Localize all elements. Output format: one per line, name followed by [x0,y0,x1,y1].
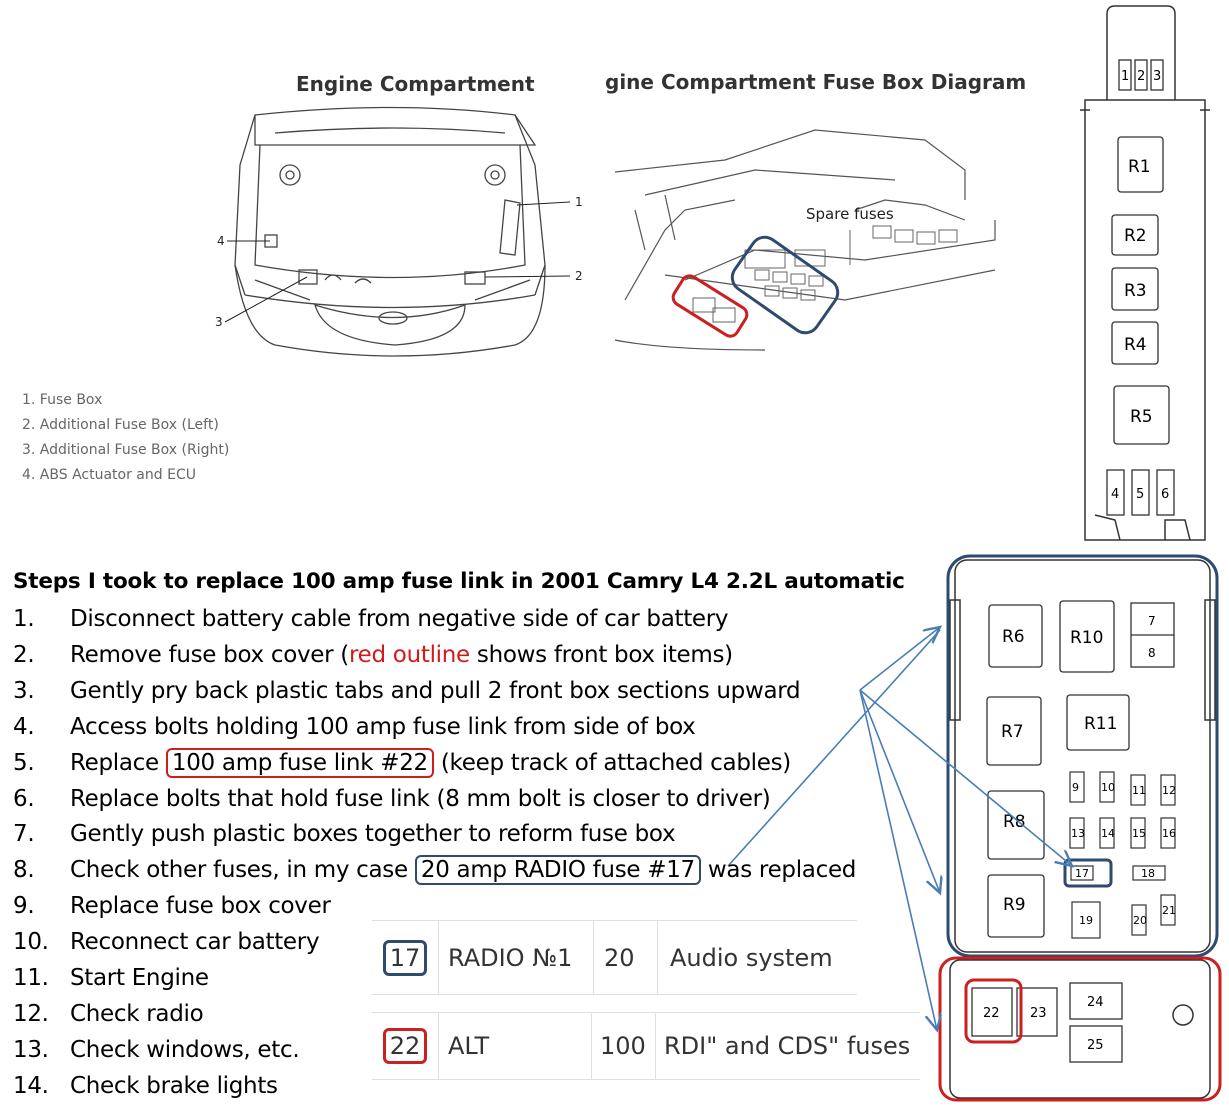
fuse-name: RADIO №1 [438,921,594,994]
step-item: 8. Check other fuses, in my case 20 amp R… [13,855,857,886]
radio-fuse-17-callout: 20 amp RADIO fuse #17 [414,855,701,886]
fuse-name: ALT [438,1013,592,1079]
step-item: 5. Replace 100 amp fuse link #22 (keep tr… [13,747,791,778]
step-item: 3. Gently pry back plastic tabs and pull … [13,677,801,704]
fuse-description: Audio system [670,943,833,972]
step-item: 4. Access bolts holding 100 amp fuse link… [13,713,696,740]
fuse-link-22-callout: 100 amp fuse link #22 [165,747,434,778]
step-item: 6. Replace bolts that hold fuse link (8 m… [13,785,771,812]
fuse-number-22: 22 [382,1028,428,1064]
fuse-table-row-17: 17 RADIO №1 20 Audio system [372,920,857,995]
fuse-table-row-22: 22 ALT 100 RDI" and CDS" fuses [372,1012,920,1080]
fuse-number-17: 17 [382,939,428,976]
fuse-description: RDI" and CDS" fuses [664,1032,911,1060]
step-item: 7. Gently push plastic boxes together to … [13,821,676,848]
fuse-amp: 100 [592,1013,656,1079]
step-item: 1. Disconnect battery cable from negative… [13,606,729,632]
red-outline-text: red outline [348,641,470,668]
fuse-amp: 20 [594,921,658,994]
steps-heading: Steps I took to replace 100 amp fuse lin… [13,569,905,594]
step-item: 2. Remove fuse box cover (red outline sho… [13,641,733,668]
